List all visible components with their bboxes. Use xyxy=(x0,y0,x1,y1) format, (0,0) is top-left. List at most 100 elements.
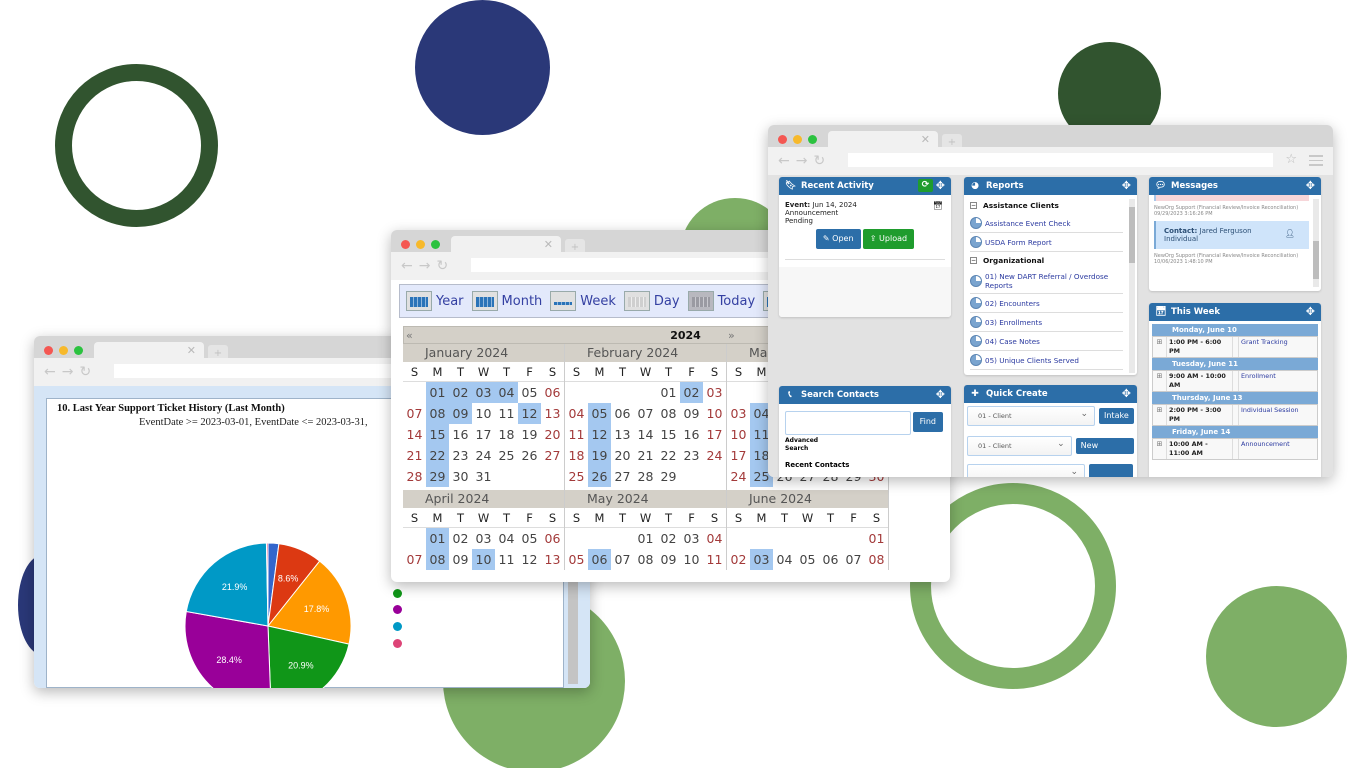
maximize-dot[interactable] xyxy=(74,346,83,355)
close-tab-icon[interactable]: ✕ xyxy=(187,344,196,357)
messages-scrollbar[interactable] xyxy=(1313,199,1319,287)
calendar-day[interactable]: 27 xyxy=(611,466,634,487)
calendar-day[interactable]: 03 xyxy=(750,549,773,570)
next-year-button[interactable]: » xyxy=(728,327,735,345)
calendar-day[interactable]: 30 xyxy=(449,466,472,487)
quick-create-button[interactable] xyxy=(1089,464,1133,477)
calendar-day[interactable]: 28 xyxy=(634,466,657,487)
calendar-day[interactable]: 22 xyxy=(426,445,449,466)
calendar-day[interactable]: 04 xyxy=(703,528,726,549)
view-month-button[interactable]: Month xyxy=(471,291,542,311)
move-icon[interactable]: ✥ xyxy=(1122,177,1131,195)
calendar-day[interactable]: 17 xyxy=(703,424,726,445)
expand-icon[interactable]: ⊞ xyxy=(1153,439,1167,459)
advanced-search-link[interactable]: Advanced Search xyxy=(785,437,825,453)
event-name[interactable]: Announcement xyxy=(1239,439,1317,459)
calendar-day[interactable]: 24 xyxy=(472,445,495,466)
prev-year-button[interactable]: « xyxy=(406,327,413,345)
calendar-day[interactable]: 04 xyxy=(495,528,518,549)
calendar-day[interactable]: 22 xyxy=(657,445,680,466)
event-row[interactable]: ⊞ 2:00 PM - 3:00 PM Individual Session xyxy=(1152,404,1318,426)
report-section[interactable]: − Organizational xyxy=(970,252,1131,269)
calendar-day[interactable]: 12 xyxy=(518,549,541,570)
calendar-day[interactable]: 13 xyxy=(541,549,564,570)
collapse-icon[interactable]: − xyxy=(970,202,977,209)
calendar-day[interactable]: 09 xyxy=(657,549,680,570)
calendar-day[interactable]: 04 xyxy=(495,382,518,403)
calendar-day[interactable]: 03 xyxy=(680,528,703,549)
calendar-day[interactable]: 05 xyxy=(796,549,819,570)
event-name[interactable]: Enrollment xyxy=(1239,371,1317,391)
calendar-day[interactable]: 24 xyxy=(703,445,726,466)
calendar-day[interactable]: 10 xyxy=(727,424,750,445)
event-name[interactable]: Individual Session xyxy=(1239,405,1317,425)
calendar-day[interactable]: 07 xyxy=(403,403,426,424)
calendar-day[interactable]: 06 xyxy=(541,528,564,549)
calendar-day[interactable]: 27 xyxy=(541,445,564,466)
calendar-day[interactable]: 03 xyxy=(472,528,495,549)
view-week-button[interactable]: Week xyxy=(550,291,616,311)
maximize-dot[interactable] xyxy=(808,135,817,144)
calendar-day[interactable]: 05 xyxy=(588,403,611,424)
close-tab-icon[interactable]: ✕ xyxy=(544,238,553,251)
minimize-dot[interactable] xyxy=(416,240,425,249)
calendar-day[interactable]: 10 xyxy=(472,549,495,570)
minimize-dot[interactable] xyxy=(59,346,68,355)
report-section[interactable]: − Assistance Clients xyxy=(970,197,1131,214)
move-icon[interactable]: ✥ xyxy=(1122,385,1131,403)
calendar-day[interactable]: 16 xyxy=(449,424,472,445)
maximize-dot[interactable] xyxy=(431,240,440,249)
calendar-day[interactable]: 02 xyxy=(657,528,680,549)
bookmark-star-icon[interactable]: ☆ xyxy=(1285,152,1297,167)
move-icon[interactable]: ✥ xyxy=(1306,303,1315,321)
calendar-day[interactable]: 05 xyxy=(518,528,541,549)
intake-button[interactable]: Intake xyxy=(1099,408,1134,424)
move-icon[interactable]: ✥ xyxy=(936,386,945,404)
search-contacts-input[interactable] xyxy=(785,410,911,435)
calendar-day[interactable]: 20 xyxy=(541,424,564,445)
new-contact-button[interactable]: New Contact xyxy=(1075,438,1134,466)
calendar-day[interactable]: 10 xyxy=(703,403,726,424)
calendar-day[interactable]: 23 xyxy=(449,445,472,466)
calendar-day[interactable]: 23 xyxy=(680,445,703,466)
calendar-day[interactable]: 08 xyxy=(426,549,449,570)
minimize-dot[interactable] xyxy=(793,135,802,144)
report-link[interactable]: 04) Case Notes xyxy=(970,332,1123,351)
calendar-day[interactable]: 13 xyxy=(611,424,634,445)
calendar-day[interactable]: 15 xyxy=(426,424,449,445)
expand-icon[interactable]: ⊞ xyxy=(1153,337,1167,357)
calendar-day[interactable]: 01 xyxy=(657,382,680,403)
view-day-button[interactable]: Day xyxy=(623,291,680,311)
calendar-day[interactable]: 03 xyxy=(703,382,726,403)
event-row[interactable]: ⊞ 9:00 AM - 10:00 AM Enrollment xyxy=(1152,370,1318,392)
event-row[interactable]: ⊞ 1:00 PM - 6:00 PM Grant Tracking xyxy=(1152,336,1318,358)
calendar-day[interactable]: 04 xyxy=(773,549,796,570)
open-button[interactable]: ✎ Open xyxy=(815,229,861,249)
event-row[interactable]: ⊞ 10:00 AM - 11:00 AM Announcement xyxy=(1152,438,1318,460)
report-link[interactable]: 02) Encounters xyxy=(970,294,1123,313)
new-contact-type-select[interactable]: 01 - Client xyxy=(967,435,1072,456)
calendar-day[interactable]: 07 xyxy=(634,403,657,424)
calendar-day[interactable]: 29 xyxy=(657,466,680,487)
collapse-icon[interactable]: − xyxy=(970,257,977,264)
calendar-day[interactable]: 04 xyxy=(565,403,588,424)
close-dot[interactable] xyxy=(401,240,410,249)
calendar-day[interactable]: 10 xyxy=(472,403,495,424)
calendar-day[interactable]: 16 xyxy=(680,424,703,445)
calendar-day[interactable]: 19 xyxy=(518,424,541,445)
calendar-day[interactable]: 14 xyxy=(634,424,657,445)
calendar-day[interactable]: 07 xyxy=(842,549,865,570)
calendar-day[interactable]: 05 xyxy=(565,549,588,570)
calendar-day[interactable]: 17 xyxy=(472,424,495,445)
report-link[interactable]: Assistance Event Check xyxy=(970,214,1123,233)
nav-buttons-icon[interactable]: ←→↻ xyxy=(401,258,454,274)
event-name[interactable]: Grant Tracking xyxy=(1239,337,1317,357)
report-link[interactable]: 05) Unique Clients Served xyxy=(970,351,1123,370)
calendar-day[interactable]: 28 xyxy=(403,466,426,487)
calendar-day[interactable]: 06 xyxy=(588,549,611,570)
close-dot[interactable] xyxy=(778,135,787,144)
calendar-day[interactable]: 12 xyxy=(588,424,611,445)
calendar-day[interactable]: 10 xyxy=(680,549,703,570)
upload-button[interactable]: ⇪ Upload xyxy=(862,229,915,249)
calendar-day[interactable]: 09 xyxy=(680,403,703,424)
